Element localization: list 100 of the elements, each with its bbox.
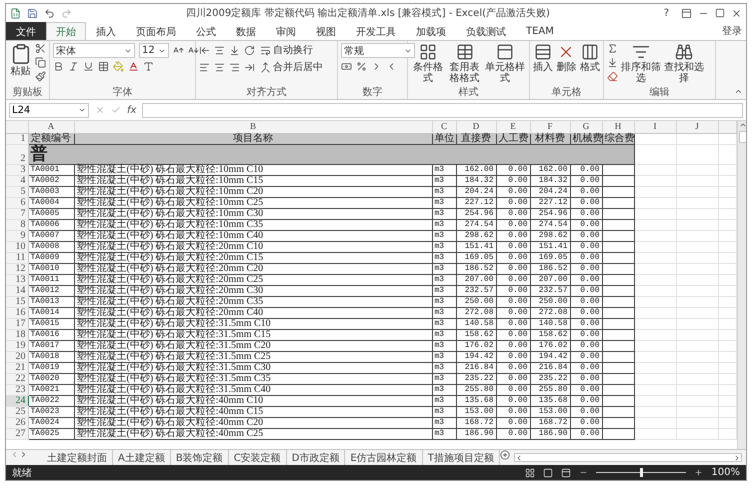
maximize-icon[interactable] (715, 8, 725, 18)
column-header[interactable]: B (74, 121, 432, 133)
next-sheet-icon[interactable] (19, 450, 28, 459)
sort-filter-icon[interactable] (632, 43, 650, 61)
copy-icon[interactable] (35, 57, 46, 68)
bottom-align-icon[interactable] (229, 44, 240, 56)
column-header[interactable]: H (602, 121, 634, 133)
ribbon-tab[interactable]: 开发工具 (346, 22, 406, 40)
style-button[interactable]: 单元格样式 (484, 43, 526, 84)
row-header[interactable]: 11 (6, 252, 28, 263)
row-header[interactable]: 25 (6, 406, 28, 417)
close-icon[interactable] (731, 8, 742, 18)
row-header[interactable]: 26 (6, 417, 28, 428)
ribbon-tab[interactable]: 数据 (226, 22, 266, 40)
column-header[interactable]: C (432, 121, 456, 133)
font-size-dropdown[interactable]: 12 (139, 43, 169, 58)
row-header[interactable]: 18 (6, 329, 28, 340)
insert-rows-icon[interactable] (534, 43, 552, 61)
row-header[interactable]: 8 (6, 219, 28, 230)
style-button[interactable]: 套用表格格式 (448, 43, 482, 84)
ribbon-tab[interactable]: 加载项 (406, 22, 456, 40)
editing-button[interactable]: 排序和筛选 (621, 43, 661, 84)
align-right-icon[interactable] (229, 62, 240, 72)
insert-function-button[interactable]: fx (127, 104, 136, 116)
file-tab[interactable]: 文件 (6, 22, 46, 40)
percent-icon[interactable] (356, 61, 367, 72)
font-name-dropdown[interactable]: 宋体 (53, 43, 135, 58)
row-header[interactable]: 1 (6, 133, 28, 144)
merge-center-button[interactable]: 合并后居中 (259, 60, 324, 74)
cells-button[interactable]: 格式 (580, 43, 600, 73)
middle-align-icon[interactable] (214, 44, 225, 56)
currency-icon[interactable] (341, 61, 352, 72)
scroll-right-icon[interactable] (733, 454, 741, 462)
name-box[interactable]: L24 (9, 102, 89, 118)
column-header[interactable]: I (634, 121, 676, 133)
paste-button[interactable]: 粘贴 (9, 43, 32, 77)
cell-style-icon[interactable] (496, 43, 514, 61)
row-header[interactable]: 2 (6, 144, 28, 164)
ribbon-tab[interactable]: 负载测试 (456, 22, 516, 40)
column-header[interactable]: E (496, 121, 530, 133)
row-header[interactable]: 21 (6, 362, 28, 373)
row-header[interactable]: 12 (6, 263, 28, 274)
bold-icon[interactable] (53, 61, 64, 72)
format-painter-icon[interactable] (35, 71, 46, 82)
format-icon[interactable] (580, 43, 599, 61)
zoom-level[interactable]: 100% (711, 467, 740, 478)
conditional-format-icon[interactable] (418, 43, 437, 61)
borders-icon[interactable] (98, 61, 109, 72)
row-header[interactable]: 20 (6, 351, 28, 362)
collapse-ribbon-icon[interactable] (734, 87, 743, 96)
row-header[interactable]: 10 (6, 241, 28, 252)
ribbon-tab[interactable]: 插入 (86, 22, 126, 40)
zoom-thumb[interactable] (640, 468, 644, 477)
row-header[interactable]: 15 (6, 296, 28, 307)
page-break-icon[interactable] (561, 468, 572, 478)
fill-icon[interactable] (607, 57, 618, 68)
phonetic-icon[interactable] (143, 61, 154, 72)
cells-button[interactable]: 删除 (556, 43, 577, 73)
scroll-thumb[interactable] (738, 131, 746, 143)
column-header[interactable]: F (530, 121, 570, 133)
row-header[interactable]: 27 (6, 428, 28, 439)
eraser-icon[interactable] (607, 71, 618, 82)
column-header[interactable]: D (456, 121, 496, 133)
table-format-icon[interactable] (456, 43, 474, 61)
row-header[interactable]: 17 (6, 318, 28, 329)
row-header[interactable]: 22 (6, 373, 28, 384)
editing-button[interactable]: 查找和选择 (664, 43, 704, 84)
row-header[interactable]: 4 (6, 175, 28, 186)
formula-input[interactable] (142, 102, 743, 118)
row-header[interactable]: 3 (6, 164, 28, 175)
number-format-dropdown[interactable]: 常规 (341, 43, 415, 58)
wrap-icon[interactable] (260, 44, 271, 56)
row-header[interactable]: 14 (6, 285, 28, 296)
underline-icon[interactable] (83, 61, 94, 72)
row-header[interactable]: 13 (6, 274, 28, 285)
cut-icon[interactable] (35, 43, 46, 54)
row-header[interactable]: 9 (6, 230, 28, 241)
merge-icon[interactable] (260, 62, 271, 72)
scroll-up-icon[interactable] (738, 121, 746, 129)
fill-color-icon[interactable] (113, 61, 124, 72)
save-icon[interactable] (27, 8, 38, 18)
ribbon-tab[interactable]: 页面布局 (126, 22, 186, 40)
vertical-scrollbar[interactable] (736, 121, 746, 449)
row-header[interactable]: 5 (6, 186, 28, 197)
wrap-text-button[interactable]: 自动换行 (259, 43, 314, 57)
horizontal-scrollbar[interactable] (514, 453, 742, 462)
ribbon-display-icon[interactable] (681, 8, 692, 18)
row-header[interactable]: 16 (6, 307, 28, 318)
align-left-icon[interactable] (199, 62, 210, 72)
column-header[interactable]: J (676, 121, 718, 133)
orientation-icon[interactable] (244, 44, 255, 56)
help-button[interactable]: ? (664, 8, 669, 18)
ribbon-tab[interactable]: 审阅 (266, 22, 306, 40)
row-header[interactable]: 7 (6, 208, 28, 219)
italic-icon[interactable] (68, 61, 79, 72)
column-header[interactable]: A (28, 121, 74, 133)
indent-icon[interactable] (244, 62, 255, 72)
normal-view-icon[interactable] (525, 468, 536, 478)
zoom-in-icon[interactable] (694, 468, 704, 477)
row-header[interactable]: 23 (6, 384, 28, 395)
